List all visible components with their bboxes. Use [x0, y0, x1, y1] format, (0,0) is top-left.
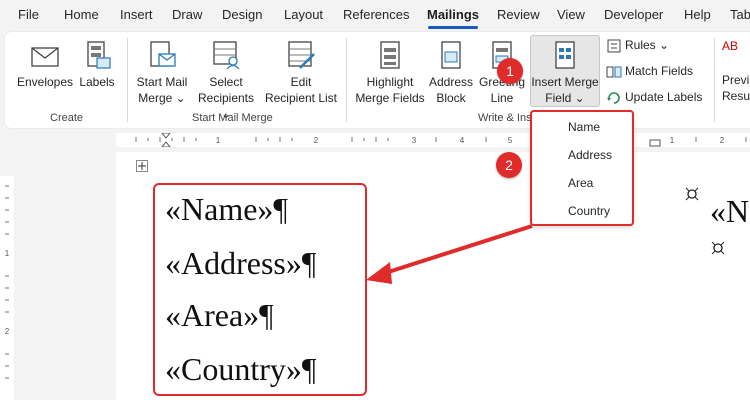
insert-merge-field-icon — [555, 41, 575, 69]
group-label-start-mail-merge: Start Mail Merge — [192, 112, 273, 124]
labels-button[interactable]: Labels — [76, 40, 118, 90]
address-block-label-1: Address — [428, 75, 474, 89]
greeting-line-label-2: Line — [490, 91, 514, 105]
highlight-merge-fields-label-1: Highlight — [366, 75, 414, 89]
insert-merge-field-dropdown: Name Address Area Country — [530, 110, 634, 226]
address-block-icon — [441, 41, 461, 69]
vruler-mark: 1 — [5, 249, 10, 258]
select-recipients-label-2: Recipients — [197, 91, 255, 105]
preview-results-label-2: Resu — [722, 89, 750, 103]
edit-recipient-list-button[interactable]: Edit Recipient List — [262, 40, 340, 106]
group-separator — [714, 38, 715, 122]
labels-icon — [87, 41, 111, 69]
cell-marker-icon — [685, 187, 699, 201]
insert-merge-field-label-2: Field — [545, 91, 572, 105]
dropdown-item-area[interactable]: Area — [568, 176, 593, 190]
edit-recipient-list-label-1: Edit — [290, 75, 312, 89]
vruler-mark: 2 — [5, 327, 10, 336]
preview-results-button[interactable]: AB Previ Resu — [722, 38, 750, 104]
envelopes-button[interactable]: Envelopes — [14, 42, 76, 90]
active-tab-indicator — [428, 26, 478, 29]
chevron-down-icon: ⌄ — [574, 91, 585, 105]
address-block-button[interactable]: Address Block — [428, 40, 474, 106]
highlight-merge-fields-label-2: Merge Fields — [355, 91, 425, 105]
select-recipients-button[interactable]: Select Recipients ⌄ — [193, 40, 259, 122]
start-mail-merge-icon — [150, 41, 176, 67]
merge-field-name-partial[interactable]: «N — [710, 193, 749, 230]
start-mail-merge-label-2: Merge — [138, 91, 173, 105]
merge-field-address[interactable]: «Address»¶ — [165, 245, 316, 282]
rules-label: Rules — [625, 38, 656, 53]
tab-layout[interactable]: Layout — [284, 7, 323, 22]
start-mail-merge-button[interactable]: Start Mail Merge ⌄ — [132, 40, 192, 106]
ruler-mark: 2 — [720, 136, 725, 145]
insert-merge-field-button[interactable]: Insert Merge Field ⌄ — [530, 40, 600, 106]
ruler-mark: 2 — [314, 136, 319, 145]
tab-insert[interactable]: Insert — [120, 7, 153, 22]
rules-icon — [607, 39, 621, 53]
table-move-handle[interactable] — [136, 160, 148, 172]
select-recipients-icon — [213, 41, 240, 70]
update-labels-label: Update Labels — [625, 90, 703, 105]
dropdown-item-name[interactable]: Name — [568, 120, 600, 134]
highlight-merge-fields-icon — [380, 41, 400, 69]
preview-results-label-1: Previ — [722, 73, 750, 87]
group-label-create: Create — [50, 112, 84, 124]
edit-recipient-list-icon — [288, 41, 315, 69]
tab-help[interactable]: Help — [684, 7, 711, 22]
merge-field-name[interactable]: «Name»¶ — [165, 191, 288, 228]
envelopes-label: Envelopes — [16, 75, 74, 89]
ruler-mark: 3 — [412, 136, 417, 145]
cell-marker-icon — [711, 241, 725, 255]
merge-field-area[interactable]: «Area»¶ — [165, 297, 274, 334]
tab-home[interactable]: Home — [64, 7, 99, 22]
chevron-down-icon: ⌄ — [659, 38, 670, 53]
start-mail-merge-label-1: Start Mail — [136, 75, 188, 89]
rules-button[interactable]: Rules ⌄ — [606, 38, 669, 54]
match-fields-button[interactable]: Match Fields — [606, 64, 693, 80]
chevron-down-icon: ⌄ — [175, 91, 186, 105]
tab-mailings[interactable]: Mailings — [427, 7, 479, 22]
preview-abc-icon: AB — [722, 39, 739, 53]
select-recipients-label-1: Select — [209, 75, 243, 89]
update-labels-button[interactable]: Update Labels — [606, 90, 702, 106]
group-separator — [127, 38, 128, 122]
tab-table[interactable]: Tab — [730, 7, 750, 22]
annotation-arrow — [366, 224, 533, 284]
ruler-ticks: 1 2 3 4 5 6 7 1 2 — [135, 133, 747, 147]
ribbon-tab-bar: File Home Insert Draw Design Layout Refe… — [0, 0, 750, 30]
ruler-mark: 1 — [670, 136, 675, 145]
merge-field-country[interactable]: «Country»¶ — [165, 351, 316, 388]
match-fields-icon — [606, 66, 622, 78]
ruler-mark: 5 — [508, 136, 513, 145]
labels-label: Labels — [79, 75, 115, 89]
vertical-ruler[interactable]: 1 2 — [0, 176, 14, 400]
move-icon — [138, 162, 146, 170]
highlight-merge-fields-button[interactable]: Highlight Merge Fields — [352, 40, 428, 106]
tab-design[interactable]: Design — [222, 7, 262, 22]
insert-merge-field-label-1: Insert Merge — [531, 75, 599, 89]
document-margin — [14, 148, 116, 400]
tab-developer[interactable]: Developer — [604, 7, 663, 22]
tab-review[interactable]: Review — [497, 7, 540, 22]
edit-recipient-list-label-2: Recipient List — [264, 91, 338, 105]
tab-file[interactable]: File — [18, 7, 39, 22]
tab-draw[interactable]: Draw — [172, 7, 202, 22]
vertical-ruler-ticks: 1 2 — [5, 185, 10, 379]
dropdown-item-address[interactable]: Address — [568, 148, 612, 162]
match-fields-label: Match Fields — [625, 64, 694, 79]
step-badge-2: 2 — [496, 152, 522, 178]
update-labels-icon — [607, 92, 620, 104]
step-badge-1: 1 — [497, 58, 523, 84]
address-block-label-2: Block — [436, 91, 466, 105]
ruler-mark: 4 — [460, 136, 465, 145]
group-separator — [346, 38, 347, 122]
tab-view[interactable]: View — [557, 7, 585, 22]
merge-fields-highlight-box: «Name»¶ «Address»¶ «Area»¶ «Country»¶ — [153, 183, 367, 396]
envelope-icon — [31, 47, 59, 67]
dropdown-item-country[interactable]: Country — [568, 204, 610, 218]
tab-references[interactable]: References — [343, 7, 409, 22]
ruler-mark: 1 — [216, 136, 221, 145]
